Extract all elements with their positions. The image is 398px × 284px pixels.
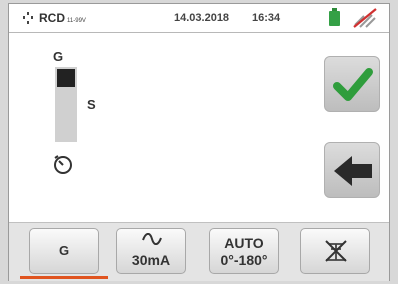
- rcd-type-button[interactable]: G: [29, 228, 99, 274]
- no-touch-icon: [325, 240, 347, 262]
- no-connection-icon: [353, 8, 377, 28]
- phase-button[interactable]: AUTO 0°-180°: [209, 228, 279, 274]
- function-name: RCD: [39, 11, 65, 25]
- selector-option-g: G: [53, 49, 64, 64]
- instrument-screen: RCD 11-99V 14.03.2018 16:34 G S G 30mA A…: [8, 3, 390, 281]
- arrow-left-icon: [334, 156, 372, 186]
- current-label: 30mA: [131, 252, 171, 268]
- current-button[interactable]: 30mA: [116, 228, 186, 274]
- function-title: RCD 11-99V: [39, 11, 86, 25]
- selector-knob[interactable]: [57, 69, 75, 87]
- parameter-bar: G 30mA AUTO 0°-180°: [9, 222, 389, 281]
- timer-icon: [54, 155, 72, 174]
- time-display: 16:34: [252, 12, 281, 24]
- active-tab-indicator: [20, 276, 108, 279]
- status-header: RCD 11-99V 14.03.2018 16:34: [9, 4, 389, 33]
- touch-voltage-button[interactable]: [300, 228, 370, 274]
- check-icon: [333, 68, 373, 101]
- selector-option-s: S: [87, 97, 96, 112]
- back-button[interactable]: [324, 142, 380, 198]
- function-subtitle: 11-99V: [67, 18, 86, 24]
- date-display: 14.03.2018: [174, 12, 230, 24]
- confirm-button[interactable]: [324, 56, 380, 112]
- phase-mode-label: AUTO: [224, 235, 264, 251]
- phase-range-label: 0°-180°: [220, 252, 268, 268]
- test-icon: [23, 12, 33, 26]
- rcd-type-label: G: [58, 243, 70, 258]
- battery-icon: [329, 8, 340, 26]
- ac-wave-icon: [142, 233, 162, 245]
